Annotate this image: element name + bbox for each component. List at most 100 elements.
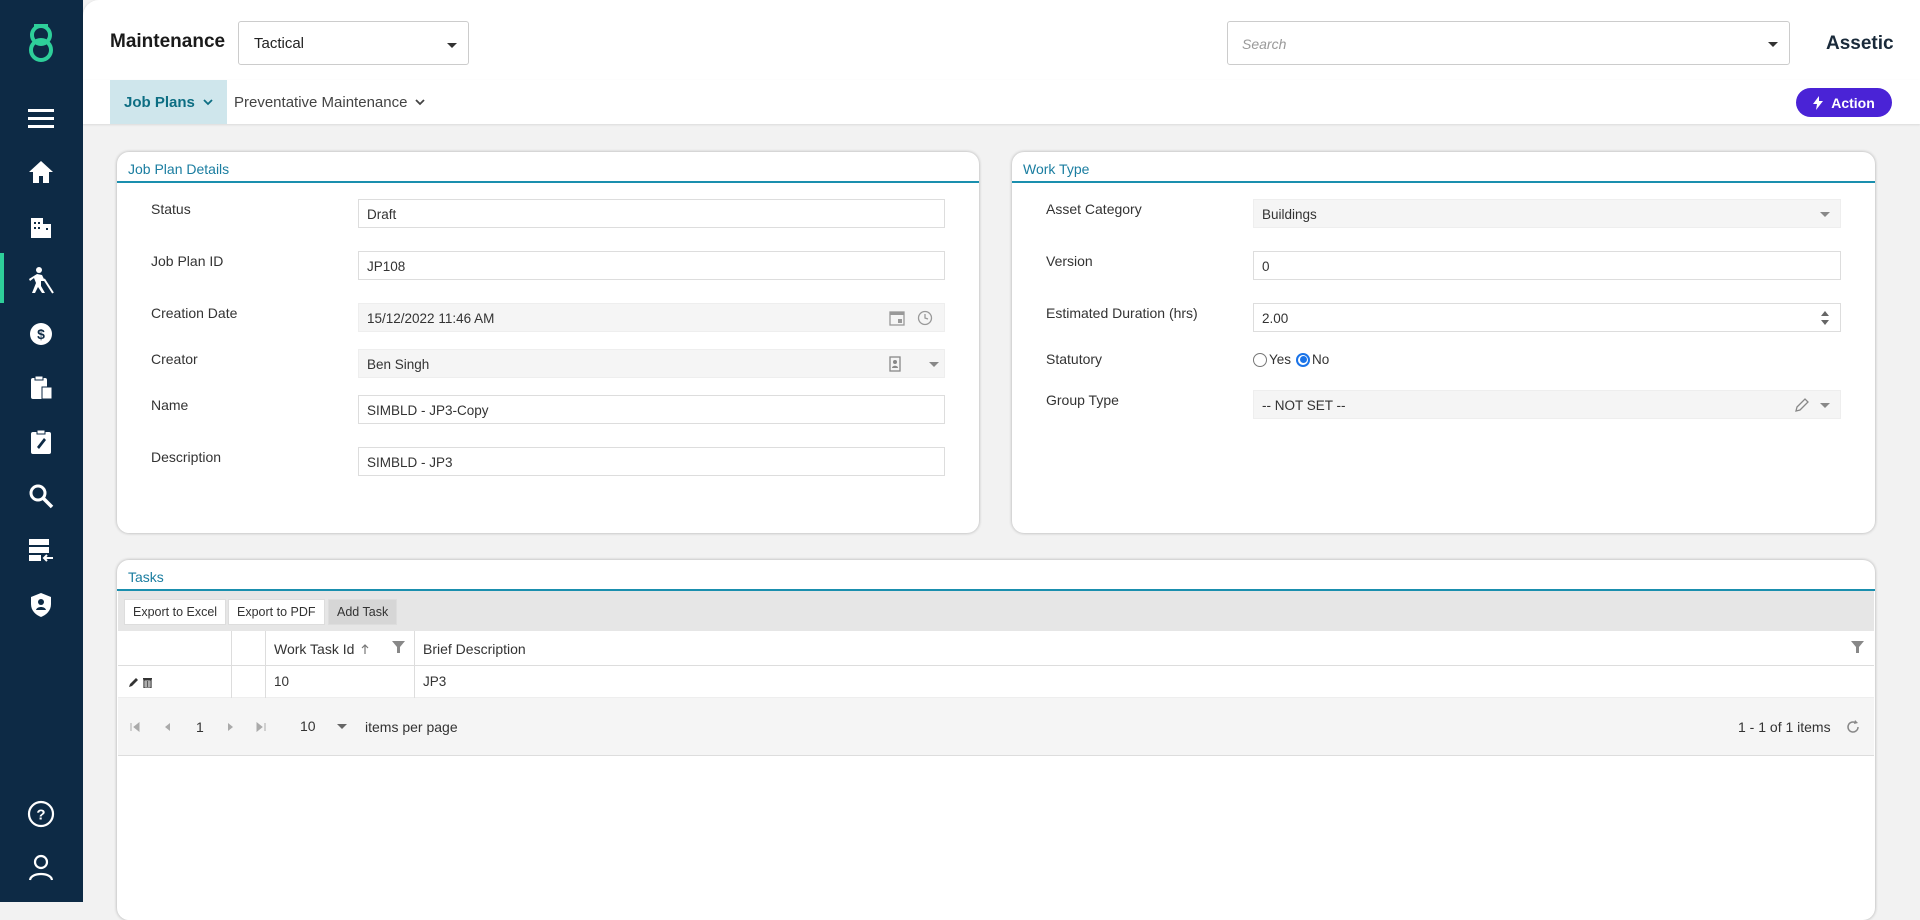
- security-shield-icon[interactable]: [24, 588, 58, 622]
- grid-pager: 1 10 items per page 1 - 1 of 1 items: [118, 698, 1874, 756]
- panel-title: Tasks: [117, 560, 1875, 591]
- page-title: Maintenance: [110, 31, 226, 52]
- user-icon[interactable]: [24, 850, 58, 884]
- filter-icon[interactable]: [392, 641, 405, 654]
- buildings-icon[interactable]: [24, 209, 58, 243]
- grid-toolbar: Export to Excel Export to PDF Add Task: [118, 591, 1874, 631]
- module-select[interactable]: Tactical: [238, 21, 469, 65]
- statutory-no-radio[interactable]: [1296, 352, 1311, 367]
- table-row: 10 JP3: [118, 666, 1874, 698]
- current-page[interactable]: 1: [196, 719, 204, 735]
- chevron-down-icon: [203, 98, 213, 105]
- status-field[interactable]: Draft: [358, 199, 945, 228]
- col-header-label: Brief Description: [423, 641, 526, 657]
- chevron-down-icon: [1820, 212, 1830, 217]
- trash-icon[interactable]: [142, 676, 153, 688]
- group-type-select[interactable]: -- NOT SET --: [1253, 390, 1841, 419]
- sidebar: $ ?: [0, 0, 83, 902]
- search-placeholder: Search: [1242, 36, 1287, 52]
- action-button[interactable]: Action: [1796, 88, 1892, 117]
- cell-brief-description: JP3: [414, 666, 1874, 698]
- add-task-button[interactable]: Add Task: [328, 599, 398, 625]
- tasks-panel: Tasks Export to Excel Export to PDF Add …: [117, 560, 1875, 920]
- finance-icon[interactable]: $: [24, 317, 58, 351]
- chevron-down-icon[interactable]: [929, 362, 939, 367]
- previous-page-icon[interactable]: [163, 722, 171, 732]
- name-field[interactable]: SIMBLD - JP3-Copy: [358, 395, 945, 424]
- creation-date-value: 15/12/2022 11:46 AM: [367, 311, 495, 326]
- work-order-icon[interactable]: [24, 425, 58, 459]
- active-indicator: [0, 253, 4, 303]
- search-icon[interactable]: [24, 479, 58, 513]
- next-page-icon[interactable]: [227, 722, 235, 732]
- creation-date-field[interactable]: 15/12/2022 11:46 AM: [358, 303, 945, 332]
- contact-card-icon[interactable]: [887, 356, 903, 372]
- job-plan-id-label: Job Plan ID: [151, 253, 224, 269]
- logo-icon[interactable]: [24, 24, 58, 62]
- export-excel-button[interactable]: Export to Excel: [124, 599, 227, 625]
- asset-category-label: Asset Category: [1046, 201, 1142, 217]
- brand-name: Assetic: [1826, 33, 1894, 54]
- creation-date-label: Creation Date: [151, 305, 238, 321]
- edit-pencil-icon[interactable]: [128, 676, 140, 688]
- maintenance-worker-icon[interactable]: [24, 263, 58, 297]
- yes-label: Yes: [1269, 352, 1292, 367]
- stepper-arrows-icon[interactable]: [1820, 308, 1830, 328]
- statutory-yes-radio[interactable]: [1253, 352, 1267, 367]
- tab-job-plans[interactable]: Job Plans: [110, 80, 227, 124]
- cell-work-task-id: 10: [265, 666, 414, 698]
- description-field[interactable]: SIMBLD - JP3: [358, 447, 945, 476]
- sort-ascending-icon[interactable]: [361, 644, 369, 655]
- group-type-label: Group Type: [1046, 392, 1119, 408]
- estimated-duration-value: 2.00: [1262, 311, 1289, 326]
- action-label: Action: [1831, 94, 1875, 111]
- pencil-icon[interactable]: [1794, 397, 1810, 413]
- refresh-icon[interactable]: [1845, 719, 1861, 735]
- help-icon[interactable]: ?: [24, 797, 58, 831]
- items-per-page-label: items per page: [365, 719, 458, 735]
- col-work-task-id[interactable]: Work Task Id: [265, 631, 414, 666]
- calendar-icon[interactable]: [889, 310, 905, 326]
- chevron-down-icon: [415, 98, 426, 105]
- menu-icon[interactable]: [24, 101, 58, 135]
- estimated-duration-stepper[interactable]: 2.00: [1253, 303, 1841, 332]
- grid-header: Work Task Id Brief Description: [118, 631, 1874, 666]
- first-page-icon[interactable]: [130, 722, 140, 732]
- filter-icon[interactable]: [1851, 641, 1864, 654]
- data-transfer-icon[interactable]: [24, 533, 58, 567]
- clock-icon[interactable]: [917, 310, 933, 326]
- chevron-down-icon[interactable]: [1768, 42, 1778, 47]
- estimated-duration-label: Estimated Duration (hrs): [1046, 305, 1198, 321]
- global-search-input[interactable]: Search: [1227, 21, 1790, 65]
- col-brief-description[interactable]: Brief Description: [414, 631, 1874, 666]
- job-plan-details-panel: Job Plan Details Status Draft Job Plan I…: [117, 152, 979, 533]
- chevron-down-icon: [447, 43, 457, 48]
- pager-summary: 1 - 1 of 1 items: [1738, 719, 1831, 735]
- creator-value: Ben Singh: [367, 357, 430, 372]
- name-label: Name: [151, 397, 189, 413]
- asset-category-value: Buildings: [1262, 207, 1317, 222]
- version-label: Version: [1046, 253, 1093, 269]
- page-size-value: 10: [300, 718, 316, 734]
- status-label: Status: [151, 201, 191, 217]
- grid-col-spacer: [231, 631, 265, 666]
- version-field[interactable]: 0: [1253, 251, 1841, 280]
- last-page-icon[interactable]: [256, 722, 266, 732]
- tab-preventative-maintenance[interactable]: Preventative Maintenance: [220, 80, 439, 124]
- statutory-radio-group: Yes No: [1253, 352, 1329, 367]
- panel-title: Work Type: [1012, 152, 1875, 183]
- lightning-icon: [1813, 95, 1824, 110]
- page-size-select[interactable]: 10: [288, 712, 353, 740]
- assets-clipboard-icon[interactable]: [24, 371, 58, 405]
- chevron-down-icon: [1820, 403, 1830, 408]
- statutory-label: Statutory: [1046, 351, 1103, 367]
- grid-cell-spacer: [231, 666, 265, 698]
- job-plan-id-field[interactable]: JP108: [358, 251, 945, 280]
- work-type-panel: Work Type Asset Category Buildings Versi…: [1012, 152, 1875, 533]
- description-label: Description: [151, 449, 222, 465]
- asset-category-select[interactable]: Buildings: [1253, 199, 1841, 228]
- home-icon[interactable]: [24, 155, 58, 189]
- creator-field[interactable]: Ben Singh: [358, 349, 945, 378]
- export-pdf-button[interactable]: Export to PDF: [228, 599, 325, 625]
- svg-text:?: ?: [36, 807, 45, 824]
